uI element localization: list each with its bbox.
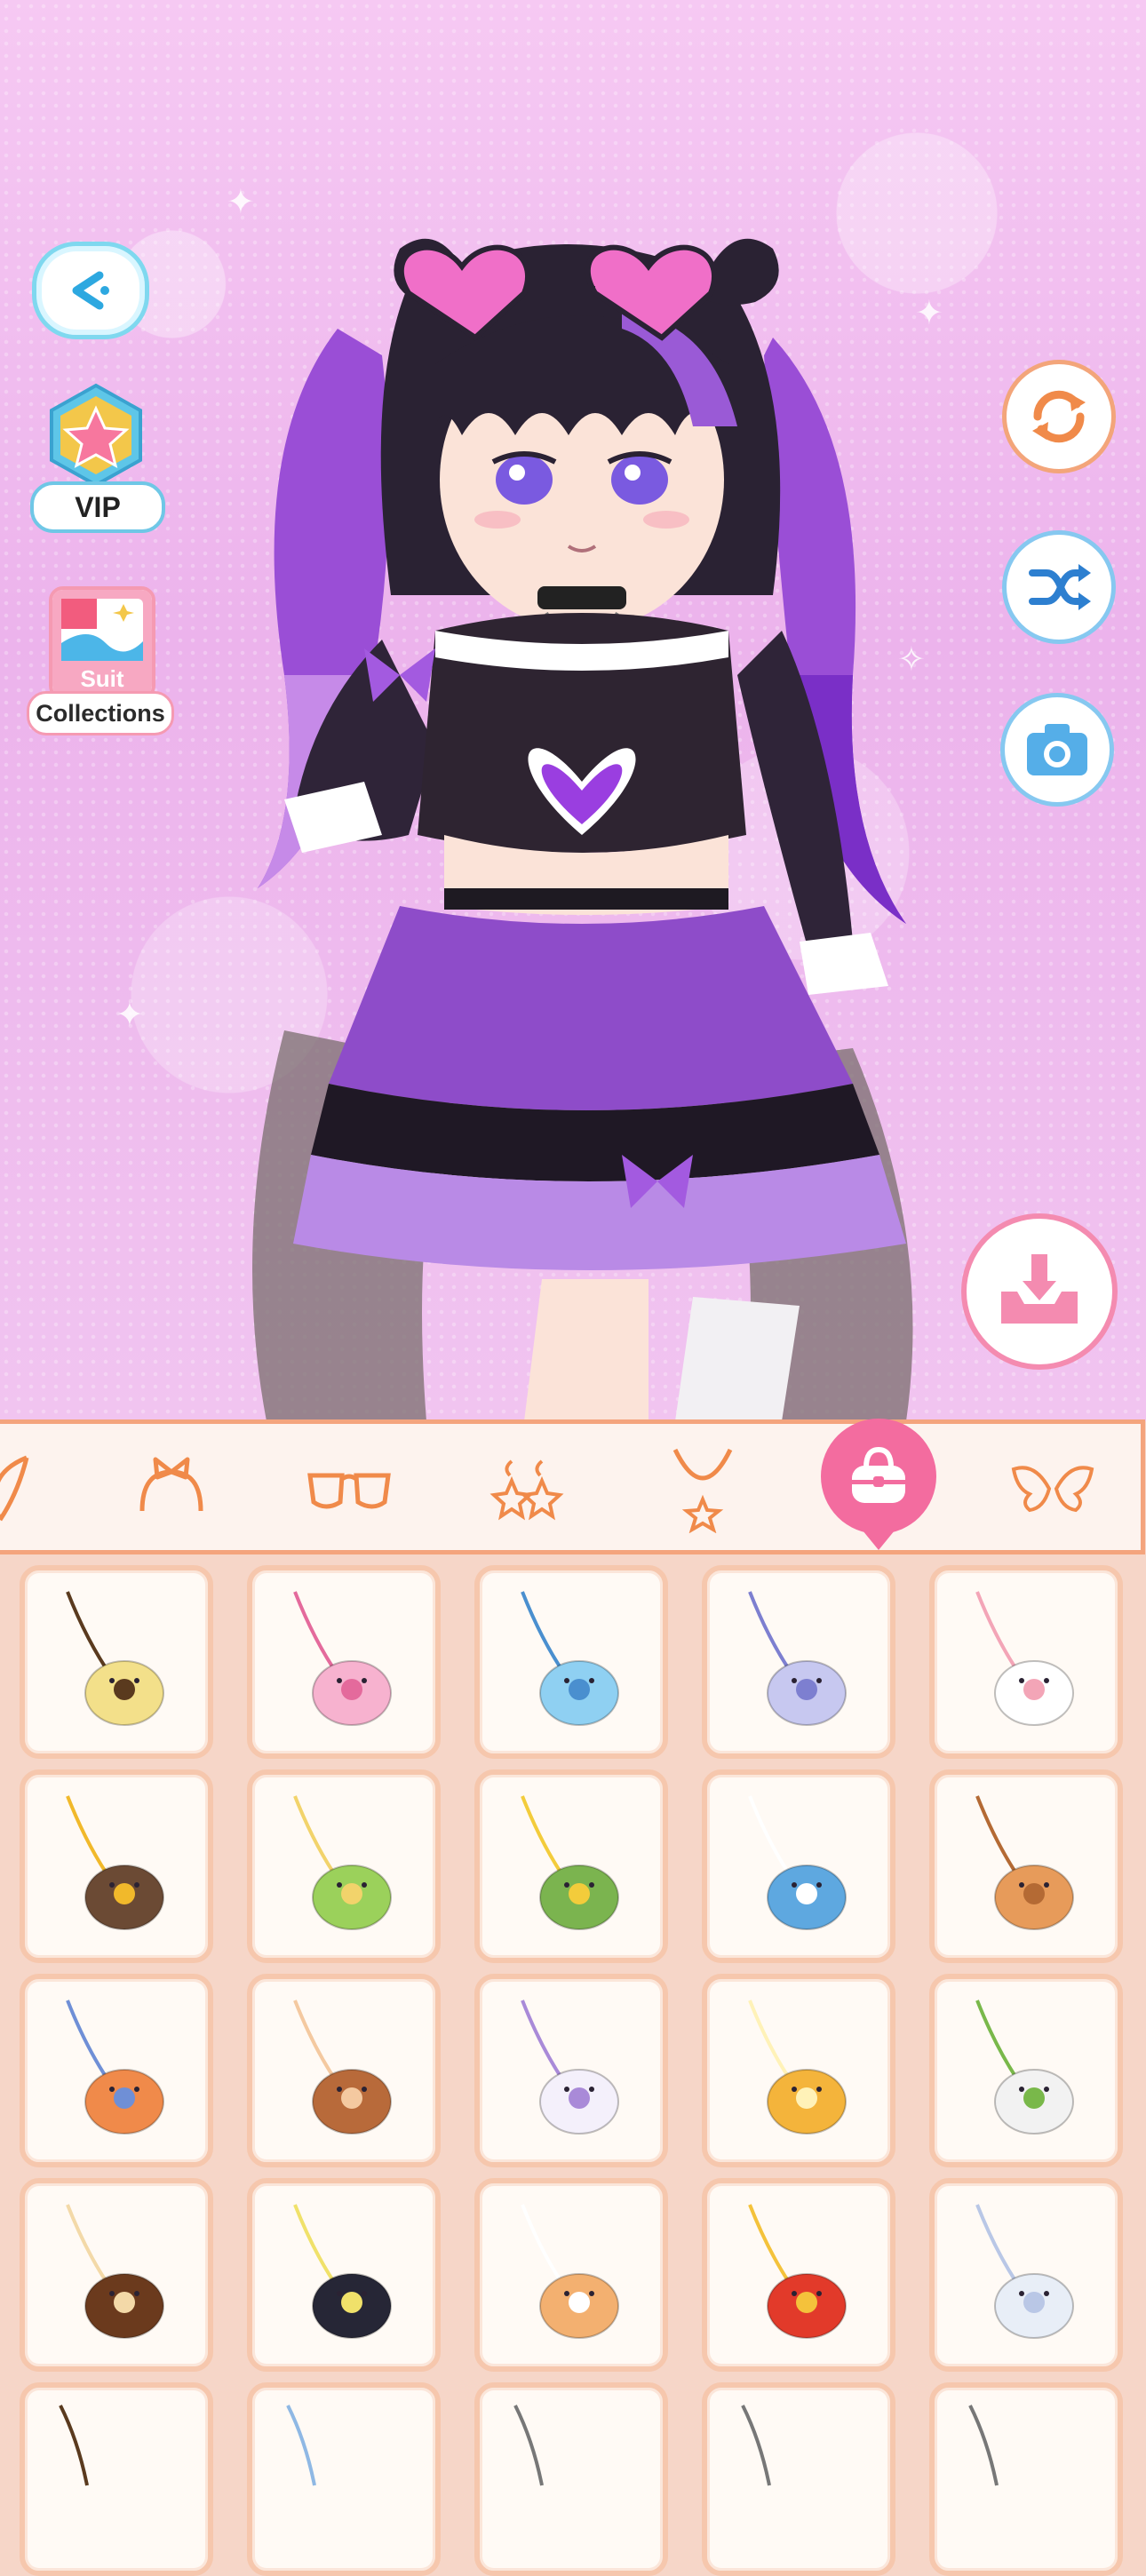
black-cat-bag-icon (293, 2204, 392, 2339)
tab-hair-accessory[interactable] (0, 1440, 53, 1538)
feather-icon (0, 1455, 29, 1522)
lilac-monster-bag-icon (748, 1591, 847, 1726)
vip-star-badge-icon (50, 383, 142, 488)
suit-label: Suit (80, 665, 124, 692)
shuffle-button[interactable] (1002, 530, 1116, 644)
item-tile[interactable] (247, 2382, 441, 2576)
necklace-icon (672, 1448, 733, 1533)
cactus-chick-bag-icon (521, 1795, 619, 1930)
item-tile[interactable] (474, 1974, 668, 2167)
back-arrow-icon (72, 271, 109, 310)
suit-collections-button[interactable]: Suit Collections (27, 586, 174, 737)
collections-label: Collections (27, 691, 174, 735)
item-tile[interactable] (929, 2382, 1123, 2576)
pearl-shell-bag-icon (975, 2204, 1074, 2339)
wings-icon (1011, 1466, 1094, 1513)
biscuit-bag-icon (66, 1591, 164, 1726)
item-tile[interactable] (474, 1769, 668, 1963)
fries-bag-icon (748, 2204, 847, 2339)
suit-card: Suit (49, 586, 155, 700)
item-tile[interactable] (20, 1565, 213, 1759)
headband-icon (139, 1457, 203, 1512)
item-tile[interactable] (702, 1769, 895, 1963)
earrings-icon (489, 1459, 564, 1521)
item-tile[interactable] (247, 2178, 441, 2372)
wood-plank-bag-icon (975, 1795, 1074, 1930)
rotate-icon (1032, 390, 1086, 443)
character-illustration (252, 238, 913, 1421)
item-tile[interactable] (20, 1769, 213, 1963)
item-tile[interactable] (702, 1565, 895, 1759)
tab-glasses[interactable] (300, 1440, 398, 1538)
camera-button[interactable] (1000, 693, 1114, 807)
monkey-bag-icon (293, 1795, 392, 1930)
item-tile[interactable] (929, 1565, 1123, 1759)
blue-whale-bag-icon (521, 1591, 619, 1726)
sparkle-icon: ✦ (115, 995, 144, 1034)
item-tile[interactable] (247, 1769, 441, 1963)
item-tile[interactable] (20, 1974, 213, 2167)
camera-icon (1027, 724, 1087, 775)
item-tile[interactable] (702, 2178, 895, 2372)
white-bunny-bag-icon (521, 2000, 619, 2135)
item-tile[interactable] (20, 2178, 213, 2372)
orange-cat-fish-bag-icon (66, 2000, 164, 2135)
tab-wings[interactable] (1004, 1440, 1102, 1538)
handbag-icon (852, 1446, 905, 1503)
item-tile[interactable] (474, 1565, 668, 1759)
tab-earrings[interactable] (478, 1440, 576, 1538)
character-stage: ✦ ✦ ✦ ✧ VIP Suit Collections (0, 0, 1146, 1421)
partial-item-icon (513, 2405, 544, 2486)
rotate-button[interactable] (1002, 360, 1116, 473)
item-tile[interactable] (474, 2382, 668, 2576)
back-button[interactable] (32, 242, 149, 339)
item-tile[interactable] (474, 2178, 668, 2372)
item-tile[interactable] (20, 2382, 213, 2576)
capybara-bag-icon (293, 2000, 392, 2135)
sunflower-tote-icon (66, 1795, 164, 1930)
item-tile[interactable] (702, 2382, 895, 2576)
eyeball-bag-icon (975, 2000, 1074, 2135)
item-tile[interactable] (929, 1769, 1123, 1963)
item-tile[interactable] (702, 1974, 895, 2167)
category-tab-bar (0, 1419, 1145, 1554)
accessory-item-grid (20, 1565, 1126, 2576)
partial-bunny-item-icon (286, 2405, 316, 2486)
shark-bag-icon (748, 1795, 847, 1930)
item-tile[interactable] (929, 2178, 1123, 2372)
cat-paw-bag-icon (975, 1591, 1074, 1726)
glasses-icon (307, 1473, 391, 1509)
tab-headband[interactable] (123, 1440, 220, 1538)
item-tile[interactable] (247, 1565, 441, 1759)
pink-pig-bag-icon (293, 1591, 392, 1726)
partial-item-icon (741, 2405, 771, 2486)
save-download-button[interactable] (961, 1213, 1118, 1370)
tab-necklace[interactable] (654, 1440, 752, 1538)
cookie-bag-icon (66, 2204, 164, 2339)
vip-button[interactable]: VIP (30, 382, 165, 533)
download-tray-icon (1001, 1254, 1078, 1324)
partial-item-icon (59, 2405, 89, 2486)
hamster-bag-icon (521, 2204, 619, 2339)
lemon-slice-bag-icon (748, 2000, 847, 2135)
shuffle-icon (1029, 564, 1091, 610)
vip-label: VIP (30, 481, 165, 533)
item-tile[interactable] (929, 1974, 1123, 2167)
item-tile[interactable] (247, 1974, 441, 2167)
partial-item-icon (968, 2405, 999, 2486)
tab-bag[interactable] (821, 1419, 936, 1550)
